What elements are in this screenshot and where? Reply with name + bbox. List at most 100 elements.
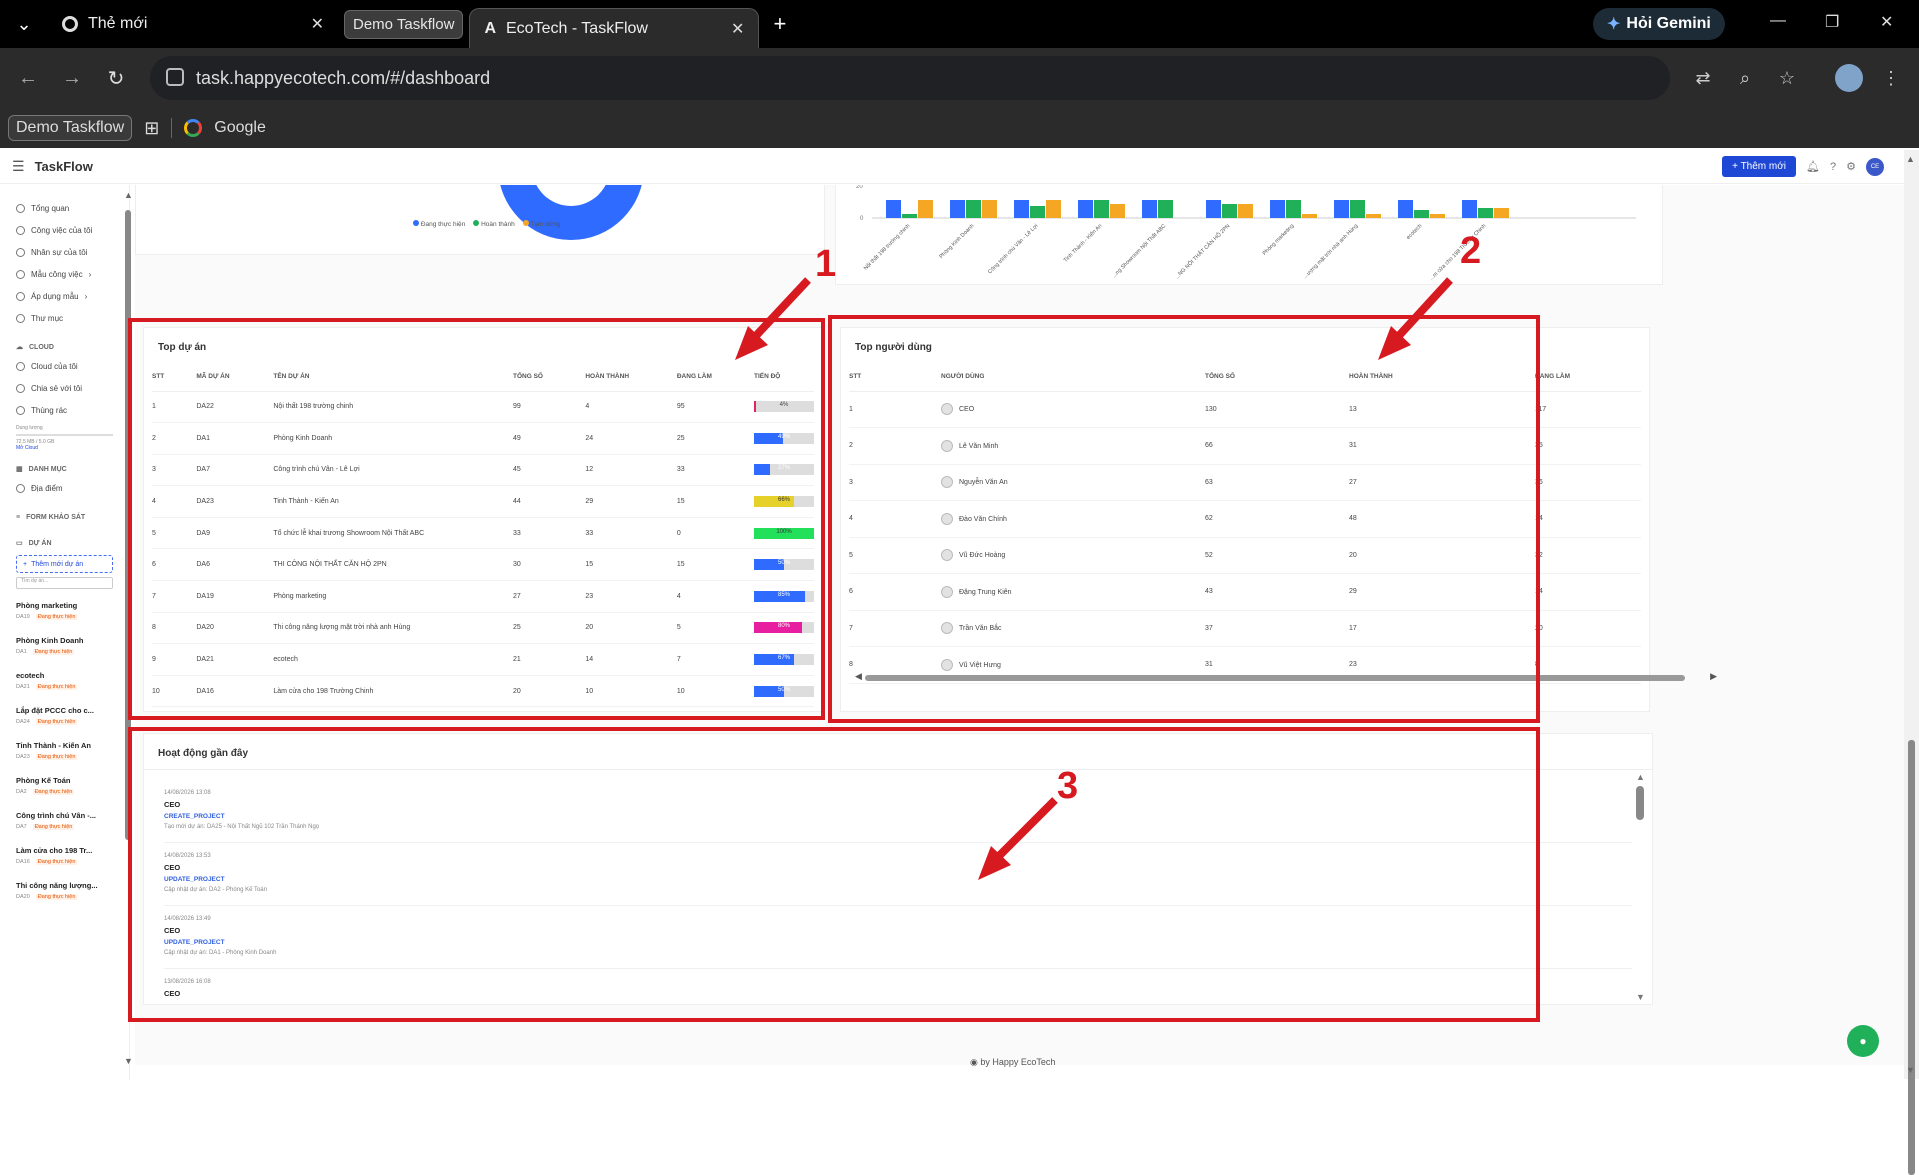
sidebar-project-item[interactable]: Phòng Kế Toán DA2 Đang thực hiện <box>0 768 129 803</box>
bar[interactable] <box>950 200 965 218</box>
legend-paused[interactable]: Tạm dừng <box>522 220 560 228</box>
bar[interactable] <box>1142 200 1157 218</box>
reload-icon[interactable]: ↻ <box>94 66 138 91</box>
sidebar-project-item[interactable]: Làm cửa cho 198 Tr... DA16 Đang thực hiện <box>0 838 129 873</box>
sidebar-item-locations[interactable]: Địa điểm <box>0 477 129 499</box>
bar[interactable] <box>1350 200 1365 218</box>
scroll-up-icon[interactable]: ▲ <box>1636 772 1646 782</box>
bar[interactable] <box>1302 214 1317 218</box>
scroll-up-icon[interactable]: ▲ <box>1906 154 1915 164</box>
hamburger-icon[interactable]: ☰ <box>12 158 25 175</box>
sidebar-project-item[interactable]: Phòng Kinh Doanh DA1 Đang thực hiện <box>0 628 129 663</box>
bar[interactable] <box>1462 200 1477 218</box>
window-close-icon[interactable]: ✕ <box>1880 12 1893 32</box>
scroll-right-icon[interactable]: ▶ <box>1710 671 1717 682</box>
sidebar-item-my-tasks[interactable]: Công việc của tôi <box>0 219 129 241</box>
user-avatar[interactable]: CE <box>1866 157 1884 176</box>
bar[interactable] <box>1046 200 1061 218</box>
bookmark-group-chip[interactable]: Demo Taskflow <box>8 115 133 141</box>
scroll-down-icon[interactable]: ▼ <box>124 1056 133 1066</box>
url-field[interactable]: task.happyecotech.com/#/dashboard <box>150 56 1670 100</box>
sidebar-item-trash[interactable]: Thùng rác <box>0 399 129 421</box>
legend-doing[interactable]: Đang thực hiện <box>413 220 465 228</box>
section-catalog[interactable]: ▦ DANH MỤC <box>0 461 129 477</box>
scroll-down-icon[interactable]: ▼ <box>1906 1065 1915 1075</box>
bookmark-google[interactable]: Google <box>214 119 266 137</box>
bar[interactable] <box>1110 204 1125 218</box>
sidebar-item-overview[interactable]: Tổng quan <box>0 197 129 219</box>
forward-icon[interactable]: → <box>50 67 94 90</box>
tab-group-chip[interactable]: Demo Taskflow <box>344 9 464 39</box>
section-cloud[interactable]: ☁ CLOUD <box>0 339 129 355</box>
bar[interactable] <box>1158 200 1173 218</box>
close-icon[interactable]: ✕ <box>311 14 324 34</box>
scroll-up-icon[interactable]: ▲ <box>124 190 133 200</box>
scroll-down-icon[interactable]: ▼ <box>1636 992 1645 1002</box>
new-tab-icon[interactable]: + <box>773 11 786 37</box>
sidebar-item-shared[interactable]: Chia sẻ với tôi <box>0 377 129 399</box>
site-info-icon[interactable] <box>166 68 184 86</box>
bar[interactable] <box>1014 200 1029 218</box>
close-icon[interactable]: ✕ <box>731 19 744 39</box>
sidebar-item-my-staff[interactable]: Nhân sự của tôi <box>0 241 129 263</box>
section-projects[interactable]: ▭ DỰ ÁN <box>0 535 129 551</box>
sidebar-item-templates[interactable]: Mẫu công việc › <box>0 263 129 285</box>
restore-icon[interactable]: ❐ <box>1825 12 1839 32</box>
section-survey[interactable]: ≡ FORM KHẢO SÁT <box>0 509 129 525</box>
bar[interactable] <box>1078 200 1093 218</box>
bar[interactable] <box>1206 200 1221 218</box>
back-icon[interactable]: ← <box>6 67 50 90</box>
bar[interactable] <box>966 200 981 218</box>
open-cloud-link[interactable]: Mở Cloud <box>16 445 38 451</box>
sidebar-item-my-cloud[interactable]: Cloud của tôi <box>0 355 129 377</box>
tab-new[interactable]: Thẻ mới ✕ <box>48 4 338 44</box>
bar[interactable] <box>982 200 997 218</box>
apps-grid-icon[interactable]: ⊞ <box>144 118 159 139</box>
bar[interactable] <box>1238 204 1253 218</box>
sidebar-project-item[interactable]: Lắp đặt PCCC cho c... DA24 Đang thực hiện <box>0 698 129 733</box>
menu-kebab-icon[interactable]: ⋮ <box>1877 68 1905 89</box>
sidebar-project-item[interactable]: ecotech DA21 Đang thực hiện <box>0 663 129 698</box>
bar[interactable] <box>1030 206 1045 218</box>
bar[interactable] <box>1270 200 1285 218</box>
bar[interactable] <box>1094 200 1109 218</box>
tab-search-icon[interactable]: ⌄ <box>0 0 48 48</box>
bell-icon[interactable]: 🔔︎ <box>1806 160 1820 173</box>
bar[interactable] <box>1430 214 1445 218</box>
project-search-input[interactable]: Tìm dự án... <box>16 577 113 589</box>
page-scrollbar[interactable]: ▲ ▼ <box>1904 150 1919 1175</box>
legend-done[interactable]: Hoàn thành <box>473 220 515 228</box>
sidebar-project-item[interactable]: Công trình chú Vân -... DA7 Đang thực hiệ… <box>0 803 129 838</box>
bookmark-star-icon[interactable]: ☆ <box>1773 68 1801 89</box>
bar[interactable] <box>1478 208 1493 218</box>
add-new-button[interactable]: + Thêm mới <box>1722 156 1797 177</box>
sidebar-project-item[interactable]: Phòng marketing DA19 Đang thực hiện <box>0 593 129 628</box>
translate-icon[interactable]: ⇄ <box>1689 68 1717 89</box>
gemini-button[interactable]: ✦ Hỏi Gemini <box>1593 8 1725 40</box>
profile-avatar[interactable] <box>1835 64 1863 92</box>
gear-icon[interactable]: ⚙ <box>1846 160 1856 173</box>
bar[interactable] <box>1414 210 1429 218</box>
sidebar-item-folders[interactable]: Thư mục <box>0 307 129 329</box>
sidebar-project-item[interactable]: Thi công năng lượng... DA20 Đang thực hiệ… <box>0 873 129 908</box>
bar[interactable] <box>902 214 917 218</box>
bar[interactable] <box>1398 200 1413 218</box>
sidebar-project-item[interactable]: Tinh Thành - Kiến An DA23 Đang thực hiện <box>0 733 129 768</box>
bar[interactable] <box>1494 208 1509 218</box>
chat-fab-button[interactable]: ● <box>1847 1025 1879 1057</box>
bar[interactable] <box>1366 214 1381 218</box>
help-icon[interactable]: ? <box>1830 161 1836 173</box>
activity-scrollbar[interactable]: ▲ ▼ <box>1636 772 1646 1002</box>
bar[interactable] <box>1286 200 1301 218</box>
bar[interactable] <box>1334 200 1349 218</box>
bar[interactable] <box>886 200 901 218</box>
sidebar-item-apply-template[interactable]: Áp dụng mẫu › <box>0 285 129 307</box>
add-project-button[interactable]: + Thêm mới dự án <box>16 555 113 573</box>
zoom-icon[interactable]: ⌕ <box>1731 68 1759 89</box>
scroll-thumb[interactable] <box>1636 786 1644 820</box>
bar[interactable] <box>918 200 933 218</box>
minimize-icon[interactable]: — <box>1770 12 1786 30</box>
tab-ecotech[interactable]: A EcoTech - TaskFlow ✕ <box>469 8 760 48</box>
bar[interactable] <box>1222 204 1237 218</box>
scroll-thumb[interactable] <box>1908 740 1915 1175</box>
